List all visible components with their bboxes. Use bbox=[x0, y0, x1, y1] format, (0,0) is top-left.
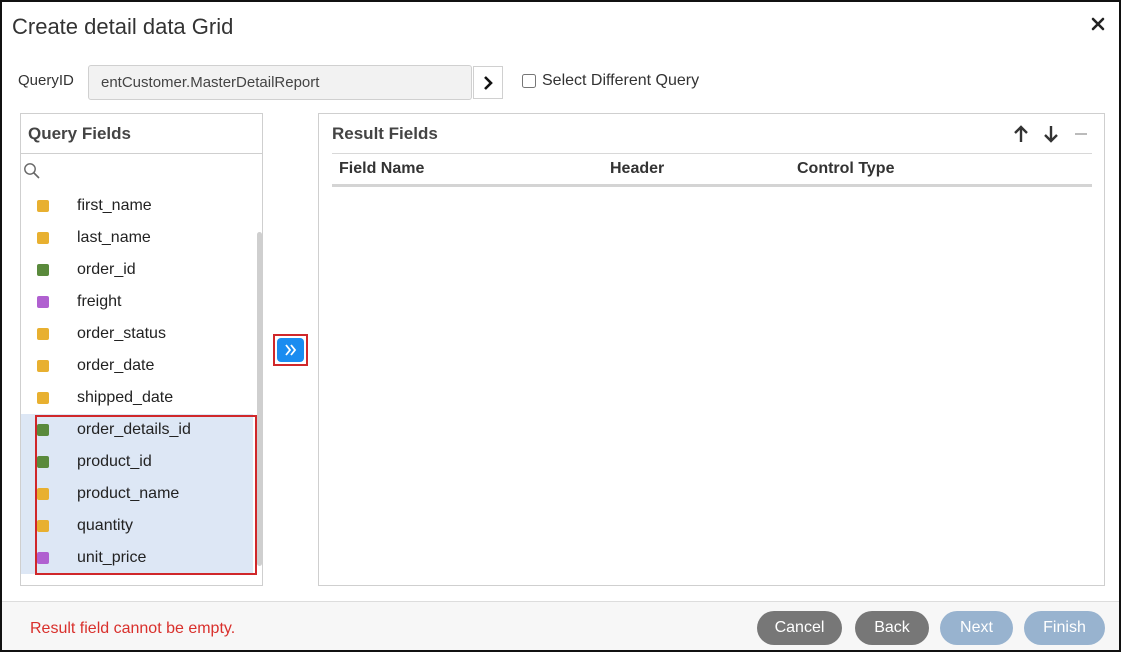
double-chevron-right-icon bbox=[284, 344, 296, 356]
query-fields-panel: Query Fields first_name last_name order_id… bbox=[20, 113, 263, 586]
field-type-icon bbox=[37, 488, 49, 500]
result-fields-columns: Field Name Header Control Type bbox=[332, 154, 1092, 187]
query-field-item[interactable]: order_status bbox=[21, 318, 253, 350]
field-type-icon bbox=[37, 232, 49, 244]
query-field-item[interactable]: order_id bbox=[21, 254, 253, 286]
query-field-item[interactable]: first_name bbox=[21, 190, 253, 222]
field-type-icon bbox=[37, 296, 49, 308]
query-field-item[interactable]: freight bbox=[21, 286, 253, 318]
field-type-icon bbox=[37, 360, 49, 372]
next-button[interactable]: Next bbox=[940, 611, 1013, 645]
column-field-name: Field Name bbox=[339, 160, 425, 177]
query-field-item[interactable]: last_name bbox=[21, 222, 253, 254]
dialog-footer: Result field cannot be empty. Cancel Bac… bbox=[2, 601, 1119, 650]
field-type-icon bbox=[37, 456, 49, 468]
select-different-query-label: Select Different Query bbox=[542, 72, 700, 89]
query-go-button[interactable] bbox=[473, 66, 503, 99]
query-fields-search[interactable] bbox=[21, 154, 262, 190]
chevron-right-icon bbox=[484, 75, 493, 90]
query-field-item[interactable]: product_id bbox=[21, 446, 253, 478]
result-fields-header: Result Fields bbox=[332, 114, 1092, 154]
field-type-icon bbox=[37, 552, 49, 564]
query-field-label: first_name bbox=[77, 197, 152, 214]
query-field-item[interactable]: order_details_id bbox=[21, 414, 253, 446]
move-fields-button[interactable] bbox=[277, 338, 304, 362]
remove-icon[interactable] bbox=[1070, 122, 1092, 146]
query-field-item[interactable]: shipped_date bbox=[21, 382, 253, 414]
query-field-label: last_name bbox=[77, 229, 151, 246]
field-type-icon bbox=[37, 424, 49, 436]
field-type-icon bbox=[37, 520, 49, 532]
query-field-label: order_date bbox=[77, 357, 155, 374]
field-type-icon bbox=[37, 328, 49, 340]
move-down-icon[interactable] bbox=[1040, 122, 1062, 146]
query-field-label: product_id bbox=[77, 453, 152, 470]
query-field-label: order_id bbox=[77, 261, 136, 278]
result-fields-title: Result Fields bbox=[332, 124, 438, 143]
column-control-type: Control Type bbox=[797, 160, 895, 177]
query-id-label: QueryID bbox=[18, 72, 74, 89]
query-field-label: unit_price bbox=[77, 549, 147, 566]
field-type-icon bbox=[37, 200, 49, 212]
result-fields-toolbar bbox=[1010, 122, 1092, 146]
close-icon[interactable] bbox=[1087, 12, 1109, 36]
select-different-query[interactable]: Select Different Query bbox=[522, 72, 699, 90]
query-fields-title: Query Fields bbox=[21, 114, 262, 154]
result-fields-panel: Result Fields Field Name Header Control … bbox=[318, 113, 1105, 586]
back-button[interactable]: Back bbox=[855, 611, 929, 645]
select-different-query-checkbox[interactable] bbox=[522, 74, 536, 88]
cancel-button[interactable]: Cancel bbox=[757, 611, 842, 645]
column-header: Header bbox=[610, 160, 665, 177]
query-field-item[interactable]: product_name bbox=[21, 478, 253, 510]
query-field-label: shipped_date bbox=[77, 389, 174, 406]
field-type-icon bbox=[37, 392, 49, 404]
query-field-label: product_name bbox=[77, 485, 180, 502]
dialog-title: Create detail data Grid bbox=[12, 14, 234, 39]
query-field-label: quantity bbox=[77, 517, 134, 534]
search-icon bbox=[24, 163, 40, 179]
query-field-item[interactable]: order_date bbox=[21, 350, 253, 382]
query-field-label: freight bbox=[77, 293, 122, 310]
query-fields-list: first_name last_name order_idfreight order_… bbox=[21, 190, 262, 574]
finish-button[interactable]: Finish bbox=[1024, 611, 1105, 645]
error-message: Result field cannot be empty. bbox=[30, 620, 236, 637]
query-field-item[interactable]: quantity bbox=[21, 510, 253, 542]
query-field-label: order_details_id bbox=[77, 421, 191, 438]
query-fields-scrollbar[interactable] bbox=[257, 232, 262, 566]
query-id-input[interactable] bbox=[88, 65, 472, 100]
field-type-icon bbox=[37, 264, 49, 276]
query-field-item[interactable]: unit_price bbox=[21, 542, 253, 574]
move-up-icon[interactable] bbox=[1010, 122, 1032, 146]
move-button-highlight bbox=[273, 334, 308, 366]
create-detail-grid-dialog: Create detail data Grid QueryID Select D… bbox=[0, 0, 1121, 652]
query-field-label: order_status bbox=[77, 325, 166, 342]
